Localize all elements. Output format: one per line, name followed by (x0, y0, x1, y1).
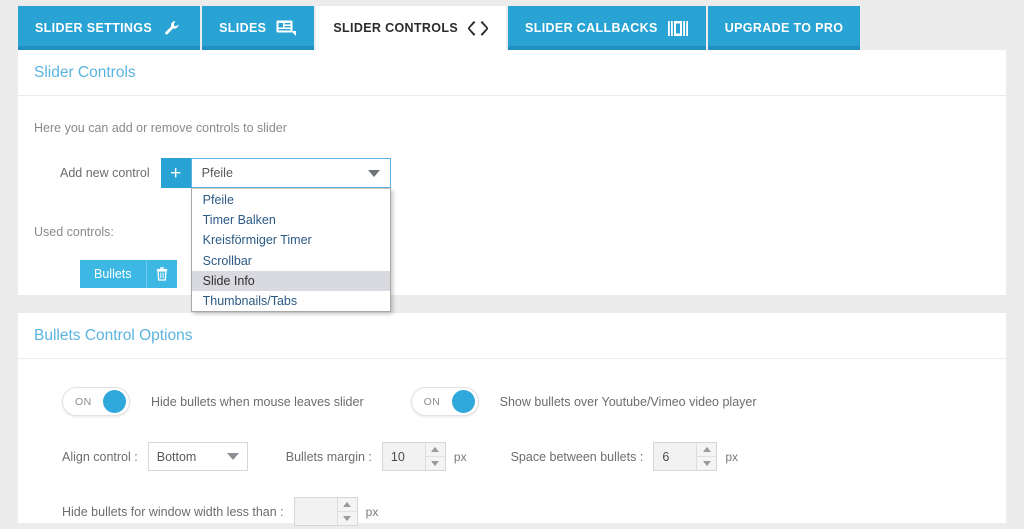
tab-upgrade-to-pro-label: UPGRADE TO PRO (724, 21, 844, 35)
space-between-bullets-label: Space between bullets : (510, 449, 644, 464)
dropdown-option[interactable]: Timer Balken (192, 210, 390, 230)
panel-title-slider-controls: Slider Controls (34, 64, 136, 81)
align-control-label: Align control : (62, 449, 138, 464)
tab-slider-settings[interactable]: SLIDER SETTINGS (18, 6, 201, 50)
align-control-select[interactable]: Bottom (147, 442, 248, 471)
bullets-fields-row: Align control : Bottom Bullets margin : … (18, 442, 1006, 471)
dropdown-option-highlighted[interactable]: Slide Info (191, 270, 390, 291)
toggle-knob (451, 390, 475, 413)
hide-bullets-width-unit: px (365, 504, 379, 519)
tab-slides-label: SLIDES (219, 21, 267, 35)
stepper-up-icon[interactable] (697, 443, 717, 457)
stepper-up-icon[interactable] (337, 498, 357, 512)
toggle-state-label: ON (423, 395, 441, 408)
bullets-toggle-row: ON Hide bullets when mouse leaves slider… (18, 387, 1006, 416)
control-type-select[interactable]: Pfeile (190, 158, 391, 188)
tab-slider-controls-label: SLIDER CONTROLS (333, 21, 459, 35)
stepper-buttons (336, 498, 357, 525)
hide-bullets-width-label: Hide bullets for window width less than … (62, 504, 284, 519)
slides-icon (275, 18, 297, 38)
tab-slider-callbacks-label: SLIDER CALLBACKS (525, 21, 658, 35)
callbacks-bars-icon (667, 18, 689, 38)
tab-upgrade-to-pro[interactable]: UPGRADE TO PRO (707, 6, 861, 50)
tab-slider-controls[interactable]: SLIDER CONTROLS (316, 6, 507, 50)
space-between-bullets-unit: px (725, 449, 738, 464)
add-control-row: Add new control + Pfeile Pfeile Timer Ba… (18, 158, 1006, 313)
toggle-hide-bullets-caption: Hide bullets when mouse leaves slider (151, 394, 364, 409)
used-control-chip-label[interactable]: Bullets (80, 260, 146, 288)
add-control-button[interactable]: + (160, 158, 191, 188)
slider-controls-panel: Slider Controls Here you can add or remo… (18, 50, 1006, 313)
align-control-value: Bottom (156, 449, 197, 464)
control-type-select-value: Pfeile (201, 166, 233, 180)
hide-bullets-width-row: Hide bullets for window width less than … (18, 497, 1006, 526)
toggle-show-bullets-caption: Show bullets over Youtube/Vimeo video pl… (499, 394, 757, 409)
tab-slider-callbacks[interactable]: SLIDER CALLBACKS (508, 6, 706, 50)
trash-icon[interactable] (145, 260, 177, 288)
bullets-margin-label: Bullets margin : (285, 449, 372, 464)
stepper-down-icon[interactable] (697, 457, 717, 470)
wrench-icon (161, 18, 183, 38)
toggle-knob (103, 390, 126, 413)
control-type-select-wrapper: Pfeile Pfeile Timer Balken Kreisförmiger… (190, 158, 391, 313)
code-brackets-icon (467, 18, 489, 38)
dropdown-option[interactable]: Thumbnails/Tabs (192, 291, 390, 311)
main-tab-bar: SLIDER SETTINGS SLIDES SLIDER CONTROLS S… (18, 6, 862, 50)
space-between-bullets-input[interactable]: 6 (654, 443, 697, 470)
chevron-down-icon (226, 453, 239, 460)
dropdown-option[interactable]: Pfeile (192, 190, 390, 210)
space-between-bullets-stepper[interactable]: 6 (653, 442, 718, 471)
hide-bullets-width-input[interactable] (294, 498, 337, 525)
stepper-buttons (424, 443, 445, 470)
controls-hint-text: Here you can add or remove controls to s… (34, 121, 287, 135)
toggle-state-label: ON (75, 395, 92, 408)
add-new-control-label: Add new control (60, 166, 150, 180)
stepper-buttons (696, 443, 717, 470)
used-controls-label: Used controls: (34, 225, 114, 239)
dropdown-option[interactable]: Scrollbar (192, 251, 390, 271)
bullets-margin-stepper[interactable]: 10 (381, 442, 446, 471)
toggle-show-bullets-over-video[interactable]: ON (410, 387, 479, 416)
bullets-margin-input[interactable]: 10 (382, 443, 425, 470)
bullets-control-options-panel: Bullets Control Options ON Hide bullets … (18, 313, 1006, 526)
hide-bullets-width-stepper[interactable] (293, 497, 358, 526)
panel-divider (18, 358, 1006, 359)
tab-slides[interactable]: SLIDES (202, 6, 315, 50)
dropdown-option[interactable]: Kreisförmiger Timer (192, 230, 390, 250)
tab-slider-settings-label: SLIDER SETTINGS (35, 21, 153, 35)
stepper-down-icon[interactable] (425, 457, 445, 470)
toggle-hide-bullets-on-mouse-leave[interactable]: ON (62, 387, 130, 416)
used-controls-list: Bullets (18, 260, 1006, 288)
panel-title-bullets-control-options: Bullets Control Options (34, 327, 193, 344)
chevron-down-icon (367, 169, 380, 177)
stepper-up-icon[interactable] (425, 443, 445, 457)
stepper-down-icon[interactable] (337, 512, 357, 525)
used-control-chip: Bullets (80, 260, 177, 288)
bullets-margin-unit: px (453, 449, 467, 464)
control-type-dropdown-list[interactable]: Pfeile Timer Balken Kreisförmiger Timer … (190, 188, 391, 313)
